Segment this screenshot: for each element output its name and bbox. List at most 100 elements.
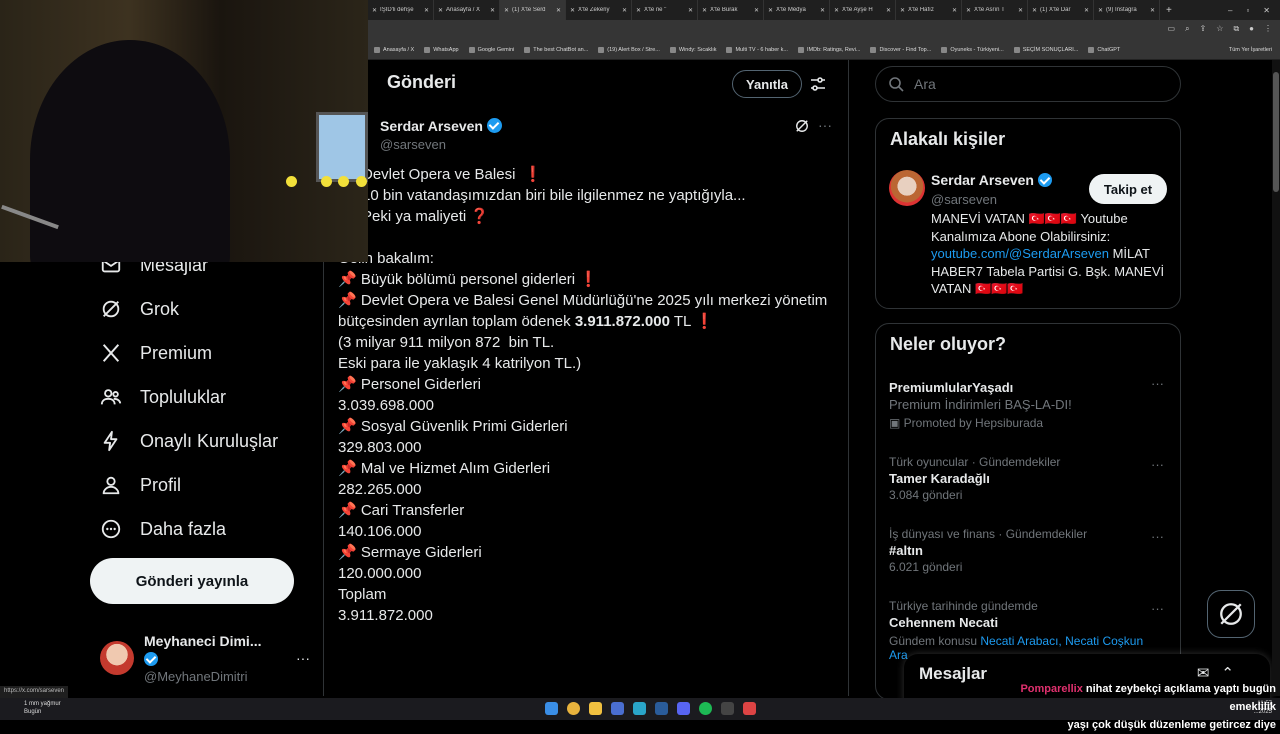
spotify-icon[interactable] (699, 702, 712, 715)
browser-tab[interactable]: ✕ X'te ne " ✕ (632, 0, 698, 20)
weather-widget[interactable]: 1 mm yağmur Bugün (10, 700, 61, 716)
maximize-button[interactable]: ▫ (1246, 6, 1249, 15)
tab-close-icon[interactable]: ✕ (1150, 7, 1155, 14)
tab-close-icon[interactable]: ✕ (1084, 7, 1089, 14)
bio-link[interactable]: youtube.com/@SerdarArseven (931, 246, 1109, 261)
tab-close-icon[interactable]: ✕ (490, 7, 495, 14)
nav-item-profil[interactable]: Profil (100, 474, 181, 496)
nav-item-onaylı-kuruluşlar[interactable]: Onaylı Kuruluşlar (100, 430, 278, 452)
follow-button[interactable]: Takip et (1089, 174, 1167, 204)
trend-item[interactable]: Türkiye tarihinde gündemde Cehennem Necat… (889, 599, 1169, 632)
close-window-button[interactable]: ✕ (1263, 6, 1270, 15)
profile-icon[interactable]: ● (1249, 24, 1254, 34)
menu-icon[interactable]: ⋮ (1264, 24, 1272, 34)
post-button[interactable]: Gönderi yayınla (90, 558, 294, 604)
tab-close-icon[interactable]: ✕ (622, 7, 627, 14)
app-icon[interactable] (721, 702, 734, 715)
related-user[interactable]: Serdar Arseven @sarseven (931, 172, 1053, 207)
browser-tab[interactable]: ✕ (1) X'te Dar ✕ (1028, 0, 1094, 20)
app-icon[interactable] (611, 702, 624, 715)
grok-floating-button[interactable] (1207, 590, 1255, 638)
trend-more-icon[interactable]: ··· (1151, 457, 1164, 472)
bookmark-item[interactable]: IMDb: Ratings, Revi... (797, 46, 860, 53)
tab-close-icon[interactable]: ✕ (556, 7, 561, 14)
bookmark-favicon-icon (374, 46, 380, 53)
tab-close-icon[interactable]: ✕ (952, 7, 957, 14)
trend-item[interactable]: Türk oyuncular · Gündemdekiler Tamer Kara… (889, 455, 1169, 502)
bookmark-item[interactable]: Discover - Find Top... (870, 46, 931, 53)
post-author-name[interactable]: Serdar Arseven (380, 118, 502, 134)
bookmark-item[interactable]: The best ChatBot an... (524, 46, 588, 53)
app-icon[interactable] (633, 702, 646, 715)
reply-button[interactable]: Yanıtla (732, 70, 802, 98)
bookmark-item[interactable]: Multi TV - 6 haber k... (726, 46, 788, 53)
nav-item-daha-fazla[interactable]: Daha fazla (100, 518, 226, 540)
discord-icon[interactable] (677, 702, 690, 715)
address-bar[interactable]: ▭ ⌕ ⇪ ☆ ⧉ ● ⋮ (368, 20, 1280, 40)
trend-title: Cehennem Necati (889, 615, 999, 630)
browser-tab[interactable]: ✕ X'te Ayşe H ✕ (830, 0, 896, 20)
grok-icon[interactable] (795, 119, 809, 133)
browser-tab[interactable]: ✕ X'te Hafız ✕ (896, 0, 962, 20)
bookmark-item[interactable]: Anasayfa / X (374, 46, 414, 53)
tab-close-icon[interactable]: ✕ (424, 7, 429, 14)
nav-item-grok[interactable]: Grok (100, 298, 179, 320)
all-bookmarks[interactable]: Tüm Yer İşaretleri (1229, 47, 1280, 53)
bookmark-item[interactable]: Oyuneks - Türkiyeni... (941, 46, 1004, 53)
filter-icon[interactable] (810, 76, 826, 92)
bookmark-item[interactable]: Windy: Sıcaklık (669, 46, 716, 53)
people-icon (100, 389, 122, 405)
account-name: Meyhaneci Dimi... (144, 632, 262, 649)
account-switcher[interactable]: Meyhaneci Dimi... @MeyhaneDimitri ··· (100, 632, 310, 684)
scrollbar[interactable] (1272, 60, 1280, 696)
account-more-icon[interactable]: ··· (296, 650, 310, 666)
browser-tab[interactable]: ✕ Anasayfa / X ✕ (434, 0, 500, 20)
trend-item[interactable]: İş dünyası ve finans · Gündemdekiler #alt… (889, 527, 1169, 574)
browser-tab[interactable]: ✕ X'te Asrın T ✕ (962, 0, 1028, 20)
avatar[interactable] (889, 170, 925, 206)
bookmark-item[interactable]: WhatsApp (424, 46, 459, 53)
tab-close-icon[interactable]: ✕ (1018, 7, 1023, 14)
tab-close-icon[interactable]: ✕ (886, 7, 891, 14)
minimize-button[interactable]: – (1228, 6, 1232, 15)
browser-tab[interactable]: ✕ X'te Zekeriy ✕ (566, 0, 632, 20)
extensions-icon[interactable]: ⧉ (1233, 24, 1239, 34)
nav-item-premium[interactable]: Premium (100, 342, 212, 364)
chrome-icon[interactable] (567, 702, 580, 715)
tab-close-icon[interactable]: ✕ (688, 7, 693, 14)
bookmark-item[interactable]: (19) Alert Box / Stre... (598, 46, 660, 53)
trend-more-icon[interactable]: ··· (1151, 529, 1164, 544)
trend-more-icon[interactable]: ··· (1151, 601, 1164, 616)
tab-close-icon[interactable]: ✕ (754, 7, 759, 14)
file-explorer-icon[interactable] (589, 702, 602, 715)
bookmark-item[interactable]: SEÇİM SONUÇLARI... (1013, 46, 1078, 53)
new-tab-button[interactable]: + (1160, 5, 1178, 16)
trend-topic-links[interactable]: Necati Arabacı, Necati Coşkun (980, 634, 1143, 648)
promoted-trend[interactable]: PremiumlularYaşadı Premium İndirimleri B… (889, 378, 1169, 430)
share-icon[interactable]: ⇪ (1200, 24, 1207, 34)
zoom-icon[interactable]: ⌕ (1185, 24, 1189, 34)
post-more-icon[interactable]: ··· (818, 117, 832, 133)
post-author-handle[interactable]: @sarseven (380, 137, 446, 152)
browser-tab[interactable]: ✕ (1) X'te Serd ✕ (500, 0, 566, 20)
trend-topic-cont[interactable]: Ara (889, 648, 908, 662)
browser-tab[interactable]: ✕ X'te Medya ✕ (764, 0, 830, 20)
browser-tab[interactable]: ✕ X'te Burak ✕ (698, 0, 764, 20)
browser-tab[interactable]: ✕ IŞİD'li dehşe ✕ (368, 0, 434, 20)
trends-title: Neler oluyor? (890, 334, 1007, 354)
nav-item-topluluklar[interactable]: Topluluklar (100, 386, 226, 408)
tab-close-icon[interactable]: ✕ (820, 7, 825, 14)
app-icon[interactable] (743, 702, 756, 715)
browser-tab[interactable]: ✕ (9) Instagra ✕ (1094, 0, 1160, 20)
steam-icon[interactable] (655, 702, 668, 715)
cast-icon[interactable]: ▭ (1168, 24, 1176, 34)
bookmark-item[interactable]: Google Gemini (468, 46, 514, 53)
trend-more-icon[interactable]: ··· (1151, 376, 1164, 391)
author-name-text: Serdar Arseven (380, 118, 483, 134)
tab-favicon-icon: ✕ (702, 7, 708, 14)
star-icon[interactable]: ☆ (1216, 24, 1223, 34)
bookmark-item[interactable]: ChatGPT (1088, 46, 1120, 53)
windows-start-icon[interactable] (545, 702, 558, 715)
search-input[interactable]: Ara (875, 66, 1181, 102)
post-body-main: Gelin bakalım: 📌 Büyük bölümü personel gi… (338, 248, 827, 626)
